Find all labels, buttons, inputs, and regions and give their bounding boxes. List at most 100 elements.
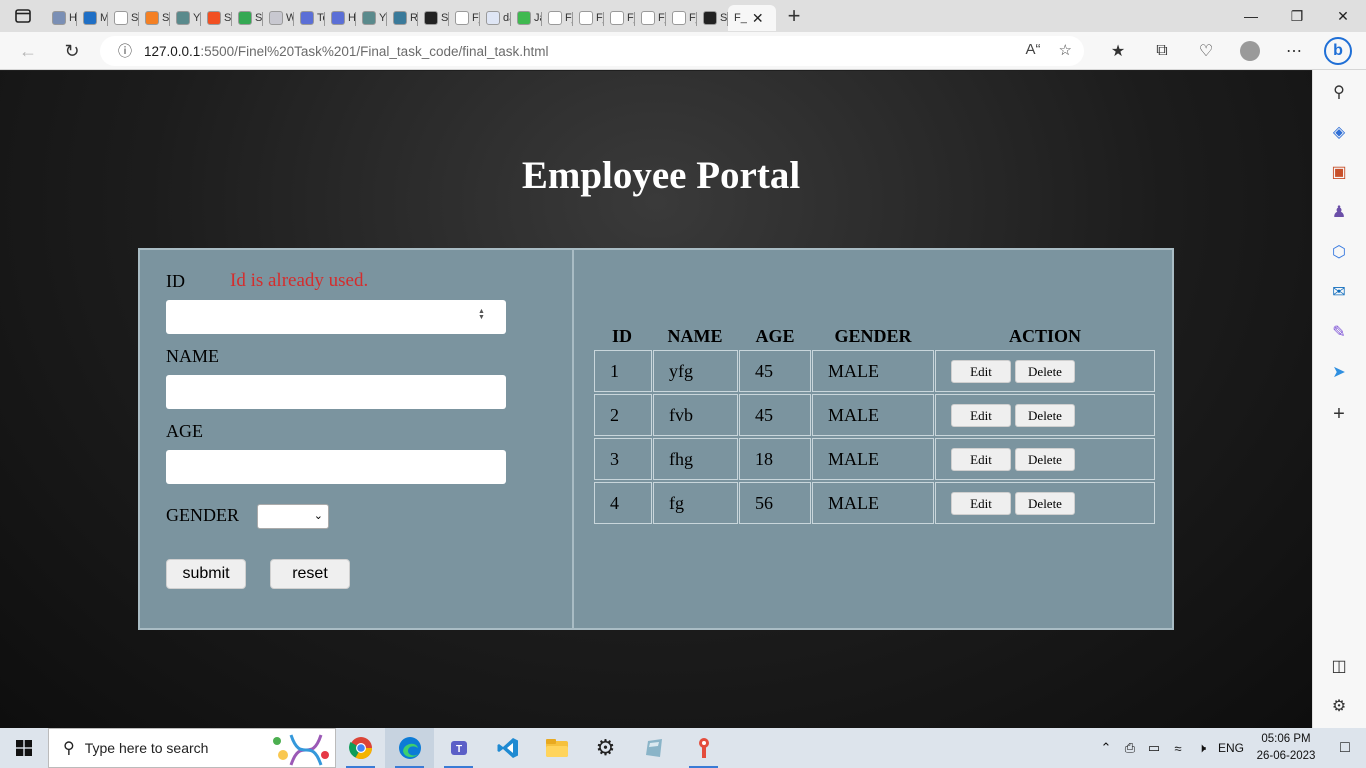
edit-button[interactable]: Edit	[951, 404, 1011, 427]
id-input[interactable]	[166, 300, 506, 334]
browser-tab[interactable]: Sa	[697, 5, 728, 31]
tab-favicon-icon	[455, 11, 469, 25]
address-bar[interactable]: ⓘ 127.0.0.1:5500/Finel%20Task%201/Final_…	[100, 36, 1084, 66]
browser-tab[interactable]: Sit	[201, 5, 232, 31]
language-indicator[interactable]: ENG	[1214, 741, 1248, 755]
edit-button[interactable]: Edit	[951, 492, 1011, 515]
collections-icon[interactable]: ⧉	[1140, 36, 1184, 66]
age-input[interactable]	[166, 450, 506, 484]
url-path: :5500/Finel%20Task%201/Final_task_code/f…	[200, 43, 549, 59]
table-cell-age: 45	[739, 350, 811, 392]
browser-tab[interactable]: Tc	[294, 5, 325, 31]
browser-tab-active[interactable]: F_ ✕	[728, 5, 776, 31]
browser-tab[interactable]: Yc	[170, 5, 201, 31]
add-sidebar-app-icon[interactable]: +	[1327, 402, 1351, 426]
tab-close-icon[interactable]: ✕	[752, 10, 764, 27]
show-hidden-icons-icon[interactable]: ⌃	[1094, 740, 1118, 756]
teams-taskbar-icon[interactable]: T	[434, 728, 483, 768]
search-icon[interactable]: ⚲	[1327, 80, 1351, 104]
browser-tab[interactable]: da	[480, 5, 511, 31]
browser-tab[interactable]: Sa	[418, 5, 449, 31]
delete-button[interactable]: Delete	[1015, 492, 1075, 515]
delete-button[interactable]: Delete	[1015, 448, 1075, 471]
submit-button[interactable]: submit	[166, 559, 246, 589]
tab-label: da	[503, 12, 511, 24]
delete-button[interactable]: Delete	[1015, 360, 1075, 383]
browser-tab[interactable]: Yc	[356, 5, 387, 31]
vscode-taskbar-icon[interactable]	[483, 728, 532, 768]
browser-tab[interactable]: M	[77, 5, 108, 31]
shopping-tag-icon[interactable]: ◈	[1327, 120, 1351, 144]
browser-tab[interactable]: W	[263, 5, 294, 31]
browser-tab[interactable]: F_	[635, 5, 666, 31]
gender-select[interactable]: ⌄	[257, 504, 329, 529]
browser-tab[interactable]: Ja	[511, 5, 542, 31]
browser-tab[interactable]: Hc	[46, 5, 77, 31]
name-input[interactable]	[166, 375, 506, 409]
tab-favicon-icon	[703, 11, 717, 25]
id-spinner-icon[interactable]: ▲ ▼	[478, 308, 485, 321]
calculator-app-taskbar-icon[interactable]	[630, 728, 679, 768]
tab-favicon-icon	[610, 11, 624, 25]
back-button[interactable]: ←	[8, 36, 48, 66]
favorite-star-icon[interactable]: ☆	[1059, 41, 1072, 59]
page-viewport: Employee Portal ID Id is already used. ▲…	[0, 71, 1312, 728]
sidebar-layout-icon[interactable]: ◫	[1327, 654, 1351, 678]
refresh-button[interactable]: ↻	[52, 36, 92, 66]
window-controls: — ❐ ✕	[1228, 0, 1366, 32]
tab-label: F_	[627, 12, 635, 24]
browser-tab[interactable]: Hc	[325, 5, 356, 31]
file-explorer-taskbar-icon[interactable]	[532, 728, 581, 768]
read-aloud-icon[interactable]: A“	[1026, 41, 1041, 59]
clock-date: 26-06-2023	[1256, 750, 1316, 762]
edit-button[interactable]: Edit	[951, 360, 1011, 383]
volume-muted-icon[interactable]: 🕨	[1190, 740, 1214, 756]
tab-favicon-icon	[362, 11, 376, 25]
send-icon[interactable]: ➤	[1327, 360, 1351, 384]
games-icon[interactable]: ♟	[1327, 200, 1351, 224]
favorites-icon[interactable]: ★	[1096, 36, 1140, 66]
browser-tab[interactable]: F_	[542, 5, 573, 31]
clock[interactable]: 05:06 PM 26-06-2023	[1248, 731, 1324, 765]
tools-briefcase-icon[interactable]: ▣	[1327, 160, 1351, 184]
edit-button[interactable]: Edit	[951, 448, 1011, 471]
browser-tab[interactable]: F_	[604, 5, 635, 31]
device-icon[interactable]: ⎙	[1118, 740, 1142, 756]
tab-actions-button[interactable]	[0, 0, 46, 32]
reset-button[interactable]: reset	[270, 559, 350, 589]
bing-copilot-icon[interactable]: b	[1316, 36, 1360, 66]
office-icon[interactable]: ⬡	[1327, 240, 1351, 264]
close-window-button[interactable]: ✕	[1320, 0, 1366, 32]
system-tray: ⌃ ⎙ ▭ ≈ 🕨 ENG 05:06 PM 26-06-2023 □	[1094, 728, 1366, 768]
site-info-icon[interactable]: ⓘ	[118, 41, 132, 61]
page-title: Employee Portal	[521, 154, 801, 197]
settings-taskbar-icon[interactable]: ⚙	[581, 728, 630, 768]
wifi-icon[interactable]: ≈	[1166, 741, 1190, 756]
git-app-taskbar-icon[interactable]	[679, 728, 728, 768]
browser-tab[interactable]: Se	[108, 5, 139, 31]
edge-taskbar-icon[interactable]	[385, 728, 434, 768]
profile-avatar[interactable]	[1228, 36, 1272, 66]
restore-button[interactable]: ❐	[1274, 0, 1320, 32]
minimize-button[interactable]: —	[1228, 0, 1274, 32]
browser-tab[interactable]: Se	[139, 5, 170, 31]
browser-tab[interactable]: F_	[573, 5, 604, 31]
chrome-taskbar-icon[interactable]	[336, 728, 385, 768]
designer-icon[interactable]: ✎	[1327, 320, 1351, 344]
battery-icon[interactable]: ▭	[1142, 740, 1166, 756]
delete-button[interactable]: Delete	[1015, 404, 1075, 427]
start-button[interactable]	[0, 728, 48, 768]
tab-label: Yc	[379, 12, 387, 24]
taskbar-search-box[interactable]: ⚲ Type here to search	[48, 728, 336, 768]
table-cell-action: Edit Delete	[935, 482, 1155, 524]
performance-icon[interactable]: ♡	[1184, 36, 1228, 66]
new-tab-button[interactable]: +	[776, 0, 812, 32]
sidebar-settings-icon[interactable]: ⚙	[1327, 694, 1351, 718]
browser-tab[interactable]: RE	[387, 5, 418, 31]
browser-tab[interactable]: F_	[449, 5, 480, 31]
outlook-icon[interactable]: ✉	[1327, 280, 1351, 304]
browser-tab[interactable]: SA	[232, 5, 263, 31]
more-options-icon[interactable]: ⋯	[1272, 36, 1316, 66]
browser-tab[interactable]: F_	[666, 5, 697, 31]
notification-center-icon[interactable]: □	[1324, 739, 1366, 757]
